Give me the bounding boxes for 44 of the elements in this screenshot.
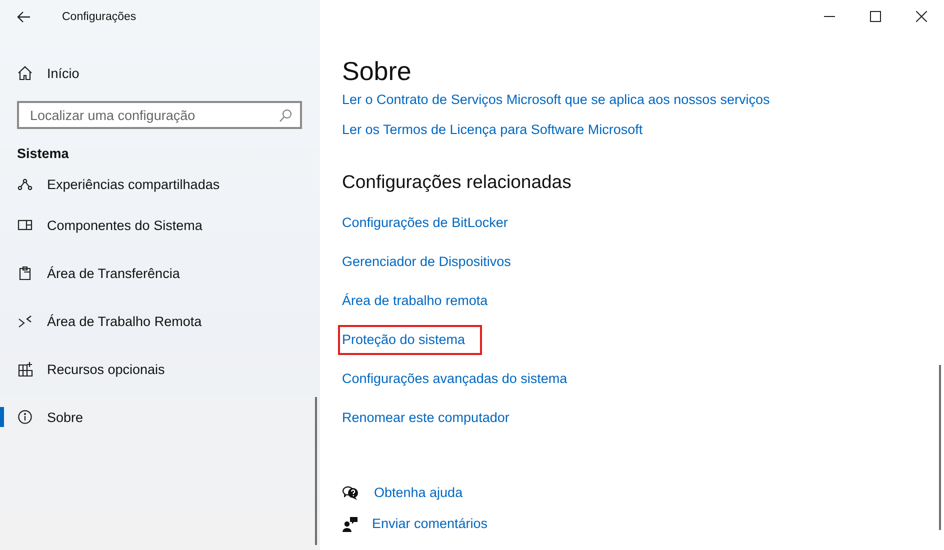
window-title: Configurações [62,11,136,23]
link[interactable]: Renomear este computador [342,410,510,425]
sidebar-item[interactable]: Área de Trabalho Remota [0,297,320,345]
sidebar-item-label: Recursos opcionais [47,362,165,376]
link[interactable]: Ler o Contrato de Serviços Microsoft que se aplica aos nossos serviços [342,92,770,107]
feedback-icon [342,516,358,532]
page-title: Sobre [341,55,412,88]
section-heading: Configurações relacionadas [341,171,572,194]
link[interactable]: Ler os Termos de Licença para Software Microsoft [342,122,643,136]
sidebar-item-label: Experiências compartilhadas [47,177,220,192]
sidebar-item-label: Componentes do Sistema [47,218,202,232]
sidebar-item[interactable]: Componentes do Sistema [0,201,320,249]
search-icon [279,108,292,122]
search-input[interactable]: Localizar uma configuração [28,106,279,124]
info-icon [17,409,33,425]
help-chat-icon [342,484,360,500]
link[interactable]: Configurações avançadas do sistema [342,371,568,386]
remote-desktop-icon [17,313,33,329]
grid-plus-icon [17,361,33,377]
highlighted-link[interactable]: Proteção do sistema [338,324,482,354]
panel-icon [17,217,33,233]
scrollbar-thumb[interactable] [315,397,317,545]
home-nav-item[interactable]: Início [0,51,320,95]
home-label: Início [47,66,80,80]
link[interactable]: Área de trabalho remota [342,293,488,308]
link[interactable]: Obtenha ajuda [374,485,463,500]
close-icon [916,10,926,22]
home-icon [17,65,33,81]
sidebar-item-label: Área de Transferência [47,266,180,280]
back-button[interactable] [16,9,32,25]
link[interactable]: Configurações de BitLocker [342,215,508,230]
section-heading: Sistema [17,146,70,163]
search-field[interactable]: Localizar uma configuração [17,101,302,129]
link[interactable]: Enviar comentários [372,516,488,531]
share-icon [17,176,33,192]
sidebar-item-label: Área de Trabalho Remota [47,314,202,328]
sidebar-item[interactable]: Área de Transferência [0,249,320,297]
link[interactable]: Gerenciador de Dispositivos [342,254,511,269]
sidebar-item[interactable]: Experiências compartilhadas [0,171,320,201]
clipboard-icon [17,265,33,281]
sidebar-item-label: Sobre [47,410,84,424]
maximize-icon [870,10,880,22]
sidebar-item[interactable]: Recursos opcionais [0,345,320,393]
scrollbar-thumb[interactable] [939,365,941,530]
